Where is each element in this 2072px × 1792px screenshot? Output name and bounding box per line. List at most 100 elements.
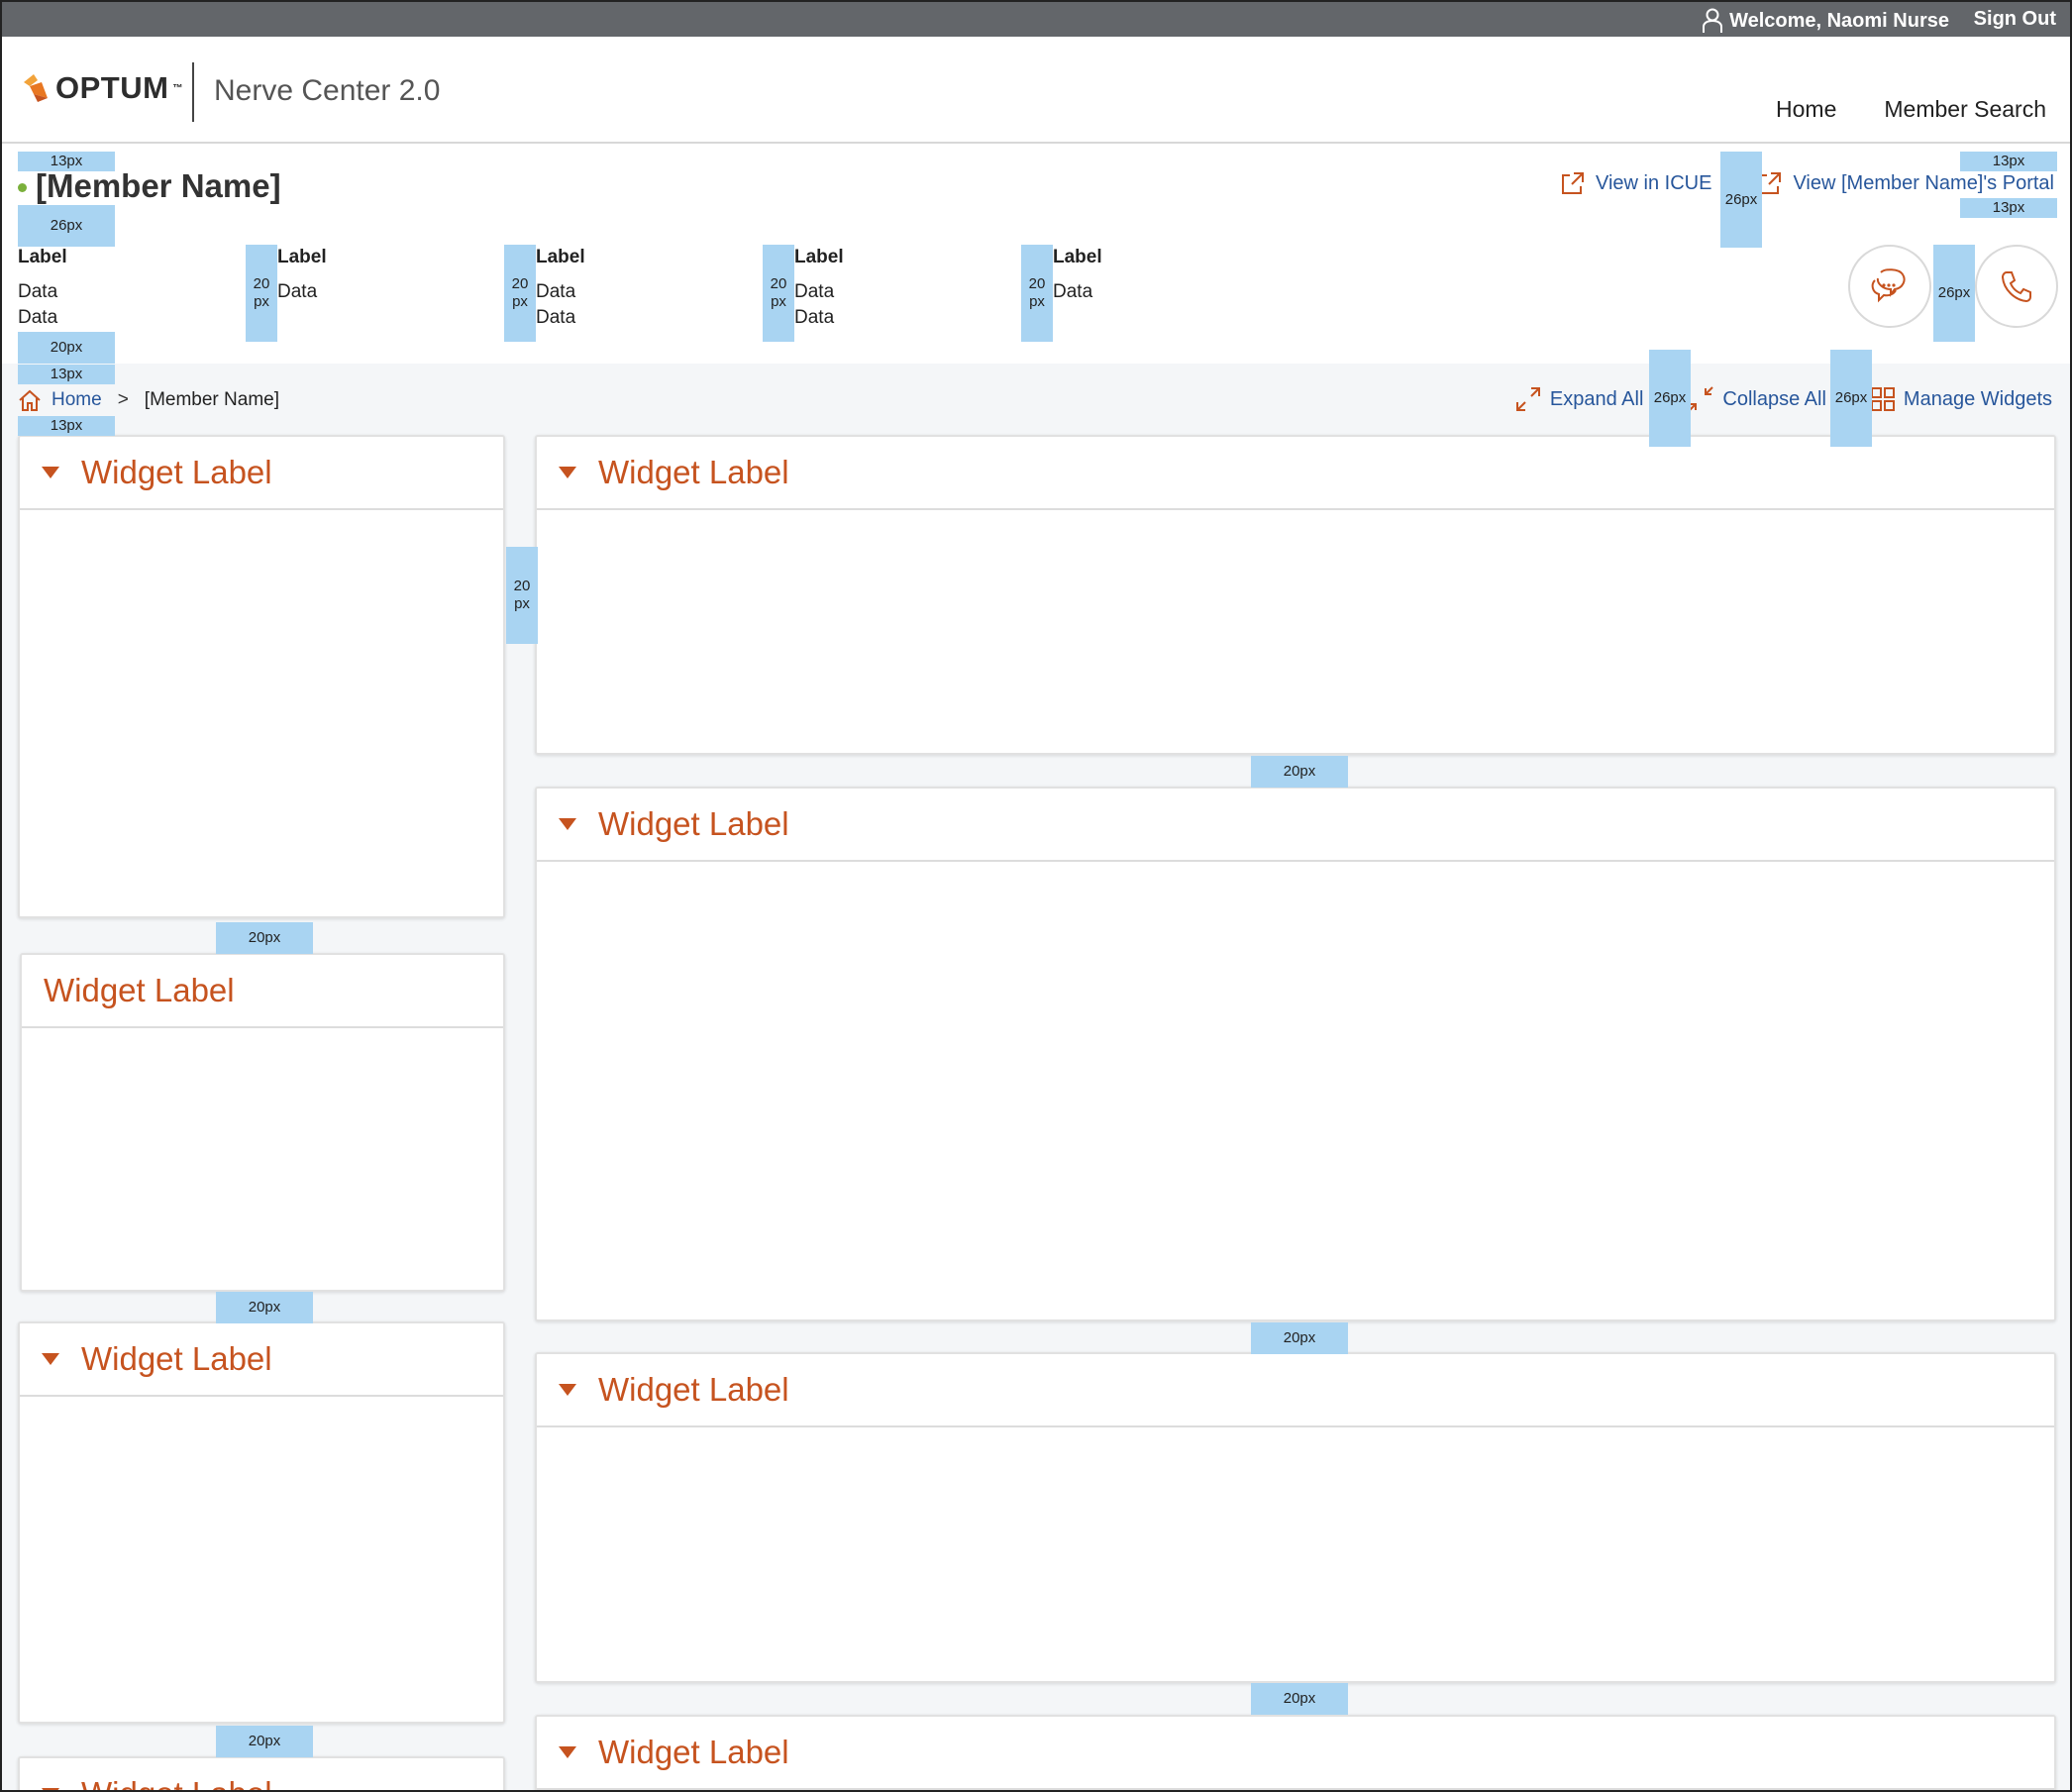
member-status-dot bbox=[18, 183, 27, 192]
widget: Widget Label bbox=[20, 953, 505, 1292]
widget-header[interactable]: Widget Label bbox=[537, 437, 2054, 510]
nav-member-search[interactable]: Member Search bbox=[1884, 96, 2046, 123]
spacing-marker: 20px bbox=[504, 245, 536, 342]
optum-logo-mark-icon bbox=[24, 74, 48, 102]
widget-header[interactable]: Widget Label bbox=[537, 1354, 2054, 1427]
info-data: Data bbox=[536, 281, 576, 302]
collapse-all-label: Collapse All bbox=[1722, 387, 1826, 410]
spacing-marker: 26px bbox=[1830, 350, 1872, 447]
logo-text: OPTUM bbox=[55, 70, 169, 105]
widget-title: Widget Label bbox=[81, 454, 272, 490]
widget-header: Widget Label bbox=[22, 955, 503, 1028]
info-data: Data bbox=[1053, 281, 1093, 302]
spacing-marker: 20px bbox=[506, 547, 538, 644]
spacing-marker: 20px bbox=[216, 1726, 313, 1757]
spacing-marker: 20px bbox=[216, 922, 313, 954]
widget: Widget Label bbox=[535, 1715, 2056, 1790]
optum-logo[interactable]: OPTUM ™ bbox=[20, 70, 182, 106]
info-data: Data bbox=[277, 281, 318, 302]
info-label: Label bbox=[1053, 247, 1102, 267]
widget-title: Widget Label bbox=[44, 972, 235, 1008]
spacing-marker: 20px bbox=[18, 332, 115, 364]
user-icon bbox=[1703, 8, 1723, 33]
welcome-text: Welcome, Naomi Nurse bbox=[1729, 9, 1949, 32]
widget-title: Widget Label bbox=[598, 805, 789, 842]
external-links: View in ICUE View [Member Name]'s Portal bbox=[1560, 170, 2054, 196]
chat-icon bbox=[1871, 268, 1906, 303]
spacing-marker: 26px bbox=[18, 205, 115, 247]
info-data: Data bbox=[18, 281, 58, 302]
info-data: Data bbox=[794, 281, 835, 302]
spacing-marker-unit: px bbox=[514, 595, 530, 612]
nav-home[interactable]: Home bbox=[1776, 96, 1836, 123]
widget-title: Widget Label bbox=[598, 1734, 789, 1770]
collapse-caret-icon[interactable] bbox=[559, 467, 576, 478]
logo-trademark: ™ bbox=[172, 82, 183, 94]
breadcrumb: Home > [Member Name] bbox=[18, 388, 279, 412]
spacing-marker: 20px bbox=[216, 1292, 313, 1323]
widget-header[interactable]: Widget Label bbox=[537, 789, 2054, 862]
widget: Widget Label bbox=[535, 787, 2056, 1321]
sign-out-link[interactable]: Sign Out bbox=[1974, 8, 2056, 31]
breadcrumb-separator: > bbox=[117, 389, 129, 410]
spacing-marker-value: 20 bbox=[770, 275, 787, 292]
collapse-caret-icon[interactable] bbox=[42, 1353, 59, 1365]
phone-icon bbox=[2001, 271, 2031, 303]
collapse-caret-icon[interactable] bbox=[559, 818, 576, 830]
widget: Widget Label bbox=[18, 1756, 505, 1790]
info-label: Label bbox=[794, 247, 844, 267]
chat-button[interactable] bbox=[1848, 245, 1931, 328]
info-data: Data bbox=[794, 307, 835, 328]
breadcrumb-current: [Member Name] bbox=[144, 389, 279, 410]
collapse-caret-icon[interactable] bbox=[559, 1746, 576, 1758]
spacing-marker: 13px bbox=[1960, 198, 2057, 218]
spacing-marker-unit: px bbox=[512, 293, 528, 310]
widget-header[interactable]: Widget Label bbox=[20, 1323, 503, 1397]
spacing-marker-value: 20 bbox=[513, 578, 531, 594]
app-header: OPTUM ™ Nerve Center 2.0 Home Member Sear… bbox=[2, 37, 2070, 144]
widget-header[interactable]: Widget Label bbox=[20, 1758, 503, 1790]
main-nav: Home Member Search bbox=[1776, 96, 2046, 123]
collapse-all-button[interactable]: Collapse All bbox=[1687, 385, 1826, 413]
info-column: Label Data bbox=[277, 245, 327, 305]
spacing-marker-value: 20 bbox=[511, 275, 529, 292]
spacing-marker: 26px bbox=[1933, 245, 1975, 342]
view-portal-link[interactable]: View [Member Name]'s Portal bbox=[1757, 170, 2054, 196]
widget-title: Widget Label bbox=[598, 454, 789, 490]
spacing-marker: 13px bbox=[18, 416, 115, 436]
widget: Widget Label bbox=[535, 1352, 2056, 1683]
info-column: Label Data Data bbox=[536, 245, 585, 331]
widget-title: Widget Label bbox=[598, 1371, 789, 1408]
widget: Widget Label bbox=[18, 1321, 505, 1724]
collapse-caret-icon[interactable] bbox=[42, 467, 59, 478]
widget-header[interactable]: Widget Label bbox=[537, 1717, 2054, 1790]
collapse-caret-icon[interactable] bbox=[42, 1788, 59, 1790]
spacing-marker: 20px bbox=[1251, 1683, 1348, 1715]
phone-button[interactable] bbox=[1975, 245, 2058, 328]
info-column: Label Data Data bbox=[794, 245, 844, 331]
view-icue-link[interactable]: View in ICUE bbox=[1560, 170, 1711, 196]
collapse-caret-icon[interactable] bbox=[559, 1384, 576, 1396]
grid-icon bbox=[1870, 387, 1895, 411]
info-column: Label Data bbox=[1053, 245, 1102, 305]
widget: Widget Label bbox=[535, 435, 2056, 755]
widget-header[interactable]: Widget Label bbox=[20, 437, 503, 510]
spacing-marker: 26px bbox=[1720, 152, 1762, 248]
page: Welcome, Naomi Nurse Sign Out OPTUM ™ Ner… bbox=[0, 0, 2072, 1792]
expand-all-button[interactable]: Expand All bbox=[1514, 385, 1643, 413]
breadcrumb-home[interactable]: Home bbox=[52, 389, 102, 411]
welcome-user: Welcome, Naomi Nurse bbox=[1702, 8, 1949, 34]
spacing-marker: 20px bbox=[1251, 1322, 1348, 1354]
info-label: Label bbox=[18, 247, 67, 267]
external-link-icon bbox=[1562, 172, 1584, 194]
spacing-marker-unit: px bbox=[771, 293, 786, 310]
manage-widgets-label: Manage Widgets bbox=[1903, 387, 2052, 410]
collapse-icon bbox=[1688, 386, 1714, 412]
manage-widgets-button[interactable]: Manage Widgets bbox=[1870, 385, 2052, 413]
app-title: Nerve Center 2.0 bbox=[214, 74, 441, 107]
home-icon bbox=[19, 389, 41, 411]
widget-title: Widget Label bbox=[81, 1340, 272, 1377]
view-icue-label: View in ICUE bbox=[1596, 171, 1712, 194]
info-label: Label bbox=[536, 247, 585, 267]
info-data: Data bbox=[18, 307, 58, 328]
